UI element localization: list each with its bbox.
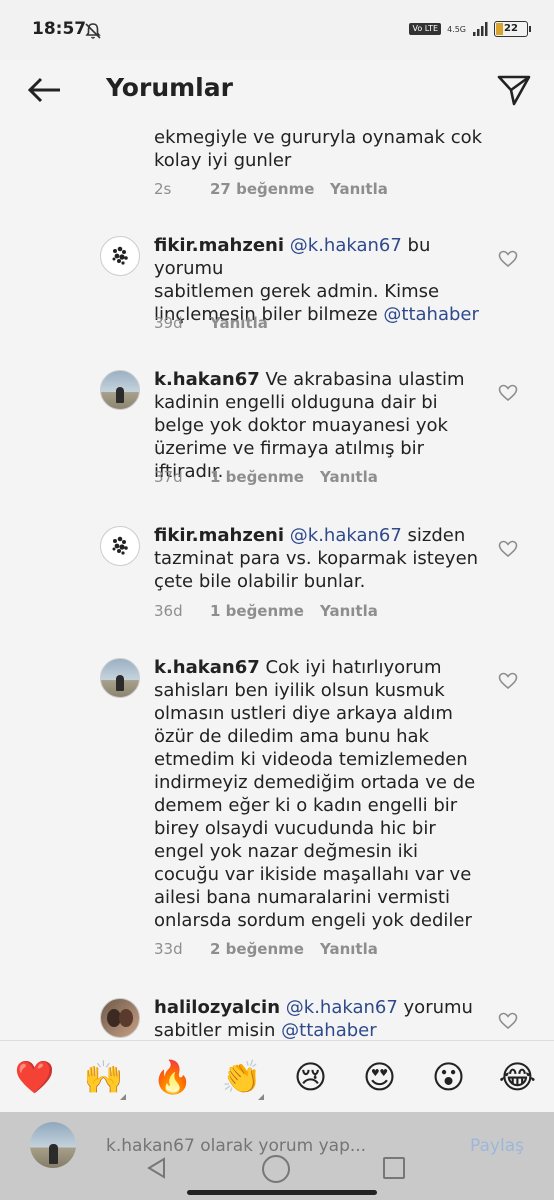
reply-button[interactable]: Yanıtla bbox=[320, 468, 378, 486]
comment-body: Cok iyi hatırlıyorum sahisları ben iyili… bbox=[154, 657, 476, 931]
emoji-clap[interactable]: 👏 bbox=[207, 1058, 276, 1100]
comment-text-line: ekmegiyle ve gururyla oynamak cok bbox=[154, 127, 483, 148]
comment-text: k.hakan67 Cok iyi hatırlıyorum sahisları… bbox=[154, 656, 484, 932]
comment-likes-button[interactable]: 1 beğenme bbox=[210, 468, 320, 486]
emoji-glyph: 👏 bbox=[221, 1058, 262, 1096]
reply-button[interactable]: Yanıtla bbox=[210, 314, 268, 332]
network-type: 4.5G bbox=[447, 24, 466, 34]
comment-meta: 2s 27 beğenme Yanıtla bbox=[154, 180, 388, 198]
comment-text-line: halilozyalcin @k.hakan67 yorumu bbox=[154, 996, 484, 1019]
comment-username[interactable]: fikir.mahzeni bbox=[154, 235, 284, 256]
back-arrow-icon[interactable] bbox=[26, 74, 64, 106]
status-time: 18:57 bbox=[32, 19, 87, 39]
comment-text: fikir.mahzeni @k.hakan67 bu yorumu sabit… bbox=[154, 234, 484, 326]
like-heart-icon[interactable] bbox=[498, 1012, 518, 1030]
comments-list[interactable]: ekmegiyle ve gururyla oynamak cok kolay … bbox=[0, 120, 554, 1040]
signal-icon bbox=[473, 22, 488, 36]
comment-likes-button[interactable]: 1 beğenme bbox=[210, 602, 320, 620]
mention-link[interactable]: @ttahaber bbox=[281, 1020, 376, 1040]
comment-time: 39d bbox=[154, 314, 183, 332]
page-title: Yorumlar bbox=[106, 73, 233, 102]
emoji-laughing[interactable]: 😂 bbox=[483, 1058, 552, 1096]
comment-meta: 36d 1 beğenme Yanıtla bbox=[154, 602, 378, 620]
mention-link[interactable]: @k.hakan67 bbox=[290, 525, 402, 546]
avatar[interactable] bbox=[100, 998, 140, 1038]
comment-time: 37d bbox=[154, 468, 183, 486]
comment-text: k.hakan67 Ve akrabasina ulastim kadinin … bbox=[154, 368, 484, 483]
avatar[interactable] bbox=[100, 658, 140, 698]
comment-text-line: sabitlemen gerek admin. Kimse bbox=[154, 281, 440, 302]
emoji-heart[interactable]: ❤️ bbox=[0, 1058, 69, 1096]
reply-button[interactable]: Yanıtla bbox=[330, 180, 388, 198]
comment-meta: 33d 2 beğenme Yanıtla bbox=[154, 940, 378, 958]
emoji-heart-eyes[interactable]: 😍 bbox=[345, 1058, 414, 1096]
comment-time: 2s bbox=[154, 180, 172, 198]
avatar-illustration bbox=[109, 535, 131, 557]
app-header: Yorumlar bbox=[0, 60, 554, 120]
nav-back-icon[interactable] bbox=[146, 1157, 168, 1179]
emoji-quick-bar: ❤️ 🙌 🔥 👏 😢 😍 😮 😂 bbox=[0, 1040, 554, 1113]
emoji-surprised[interactable]: 😮 bbox=[414, 1058, 483, 1096]
comment-likes-button[interactable]: 2 beğenme bbox=[210, 940, 320, 958]
comment-text: halilozyalcin @k.hakan67 yorumu sabitler… bbox=[154, 996, 484, 1040]
avatar[interactable] bbox=[100, 236, 140, 276]
skin-tone-indicator bbox=[120, 1094, 126, 1100]
emoji-fire[interactable]: 🔥 bbox=[138, 1058, 207, 1096]
reply-button[interactable]: Yanıtla bbox=[320, 940, 378, 958]
avatar-illustration bbox=[109, 245, 131, 267]
skin-tone-indicator bbox=[258, 1094, 264, 1100]
avatar-person bbox=[116, 387, 124, 403]
battery-icon: 22 bbox=[494, 21, 531, 37]
comment-username[interactable]: fikir.mahzeni bbox=[154, 525, 284, 546]
avatar[interactable] bbox=[100, 526, 140, 566]
battery-level: 22 bbox=[504, 23, 518, 34]
comment-meta: 37d 1 beğenme Yanıtla bbox=[154, 468, 378, 486]
comment-text-fragment: sabitler misin bbox=[154, 1020, 282, 1040]
comment-likes-button[interactable]: 27 beğenme bbox=[210, 180, 330, 198]
reply-button[interactable]: Yanıtla bbox=[320, 602, 378, 620]
emoji-glyph: 🙌 bbox=[83, 1058, 124, 1096]
volte-badge: Vo LTE bbox=[409, 23, 442, 35]
comment-username[interactable]: halilozyalcin bbox=[154, 997, 280, 1018]
like-heart-icon[interactable] bbox=[498, 672, 518, 690]
avatar[interactable] bbox=[100, 370, 140, 410]
status-bar: 18:57 Vo LTE 4.5G 22 bbox=[0, 0, 554, 60]
direct-message-icon[interactable] bbox=[496, 72, 532, 108]
avatar-person bbox=[116, 675, 124, 691]
emoji-crying[interactable]: 😢 bbox=[276, 1058, 345, 1096]
comment-time: 33d bbox=[154, 940, 183, 958]
comment-text: fikir.mahzeni @k.hakan67 sizden tazminat… bbox=[154, 524, 484, 593]
like-heart-icon[interactable] bbox=[498, 250, 518, 268]
comment-username[interactable]: k.hakan67 bbox=[154, 369, 260, 390]
comment-meta: 39d Yanıtla bbox=[154, 314, 268, 332]
mention-link[interactable]: @ttahaber bbox=[383, 304, 478, 325]
comment-text-fragment: yorumu bbox=[397, 997, 473, 1018]
nav-home-icon[interactable] bbox=[262, 1155, 290, 1183]
comment-text-line: sabitler misin @ttahaber bbox=[154, 1019, 484, 1040]
mention-link[interactable]: @k.hakan67 bbox=[290, 235, 402, 256]
status-indicators: Vo LTE 4.5G 22 bbox=[409, 21, 531, 37]
system-nav-bar bbox=[0, 1150, 554, 1200]
comment-text-line: kolay iyi gunler bbox=[154, 150, 292, 171]
comment-text: ekmegiyle ve gururyla oynamak cok kolay … bbox=[154, 126, 484, 172]
gesture-bar bbox=[187, 1190, 377, 1195]
mention-link[interactable]: @k.hakan67 bbox=[286, 997, 398, 1018]
notifications-muted-icon bbox=[85, 23, 101, 39]
nav-recents-icon[interactable] bbox=[383, 1157, 405, 1179]
comment-username[interactable]: k.hakan67 bbox=[154, 657, 260, 678]
comment-text-line: fikir.mahzeni @k.hakan67 bu yorumu bbox=[154, 234, 484, 280]
like-heart-icon[interactable] bbox=[498, 540, 518, 558]
comment-time: 36d bbox=[154, 602, 183, 620]
emoji-raised-hands[interactable]: 🙌 bbox=[69, 1058, 138, 1100]
avatar-person bbox=[119, 1009, 133, 1027]
like-heart-icon[interactable] bbox=[498, 384, 518, 402]
